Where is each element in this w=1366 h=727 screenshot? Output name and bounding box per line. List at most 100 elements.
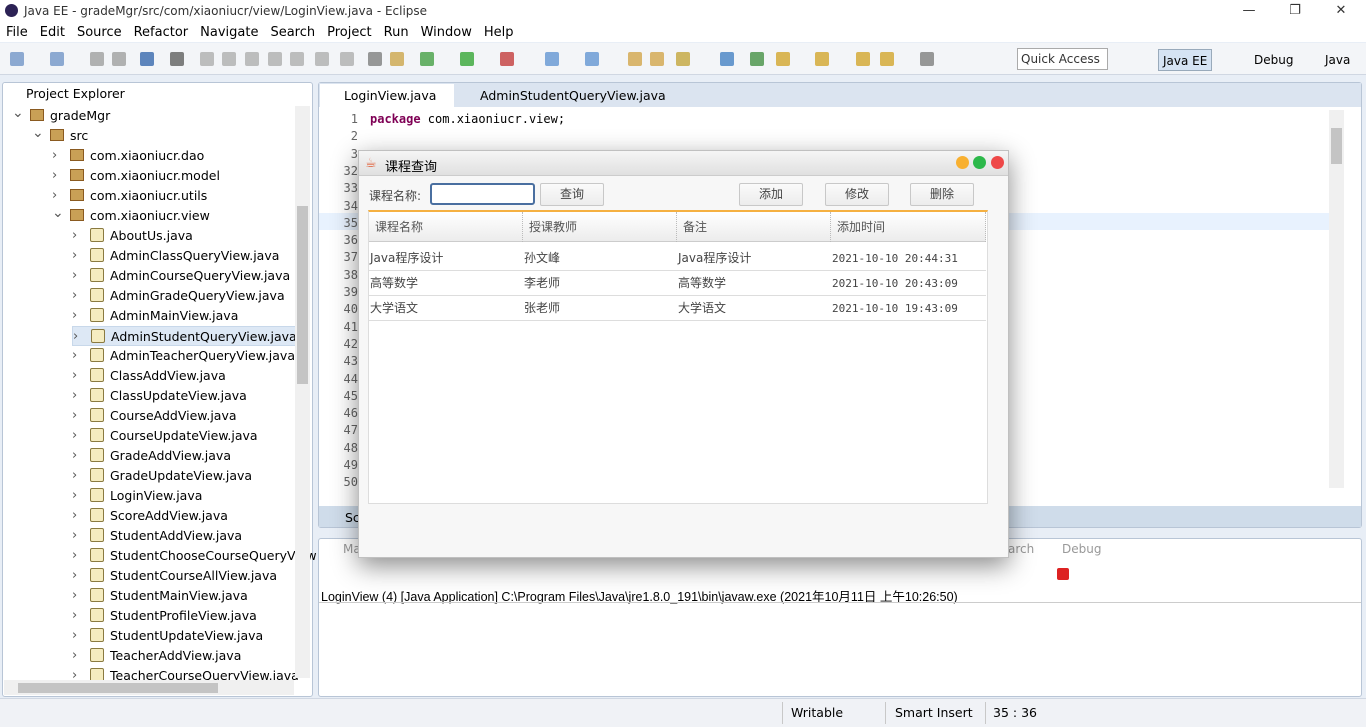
toolbar-button-icon[interactable] [340,52,354,66]
tree-item[interactable]: › LoginView.java [72,486,202,506]
query-button[interactable]: 查询 [540,183,604,206]
toolbar-button-icon[interactable] [650,52,664,66]
toolbar-button-icon[interactable] [200,52,214,66]
tree-item[interactable]: › ScoreAddView.java [72,506,228,526]
chevron-right-icon[interactable]: › [72,306,77,326]
toolbar-button-icon[interactable] [815,52,829,66]
chevron-right-icon[interactable]: › [72,406,77,426]
chevron-down-icon[interactable]: ⌄ [12,103,24,123]
toolbar-button-icon[interactable] [140,52,154,66]
tree-item[interactable]: ⌄ com.xiaoniucr.view [52,203,210,226]
dialog-close-button[interactable] [991,156,1004,169]
menu-run[interactable]: Run [384,25,409,40]
tree-item[interactable]: › GradeUpdateView.java [72,466,252,486]
toolbar-button-icon[interactable] [628,52,642,66]
perspective-java[interactable]: Java [1321,49,1354,71]
terminate-icon[interactable] [1057,568,1069,580]
edit-button[interactable]: 修改 [825,183,889,206]
menu-project[interactable]: Project [327,25,371,40]
editor-scrollbar[interactable] [1329,110,1344,488]
tab-debug[interactable]: Debug [1062,542,1101,556]
tree-item[interactable]: › AdminStudentQueryView.java [72,326,298,346]
chevron-down-icon[interactable]: ⌄ [52,203,64,223]
tree-item[interactable]: › ClassUpdateView.java [72,386,247,406]
menu-edit[interactable]: Edit [40,25,65,40]
chevron-right-icon[interactable]: › [72,626,77,646]
toolbar-button-icon[interactable] [290,52,304,66]
toolbar-button-icon[interactable] [368,52,382,66]
toolbar-button-icon[interactable] [90,52,104,66]
tree-item[interactable]: › StudentUpdateView.java [72,626,263,646]
toolbar-button-icon[interactable] [390,52,404,66]
chevron-right-icon[interactable]: › [72,346,77,366]
tree-item[interactable]: › StudentCourseAllView.java [72,566,277,586]
toolbar-button-icon[interactable] [856,52,870,66]
chevron-right-icon[interactable]: › [72,446,77,466]
tree-hscrollbar[interactable] [4,680,294,695]
chevron-right-icon[interactable]: › [72,526,77,546]
toolbar-button-icon[interactable] [315,52,329,66]
menu-refactor[interactable]: Refactor [134,25,189,40]
toolbar-button-icon[interactable] [222,52,236,66]
tab-adminstudentqueryview[interactable]: AdminStudentQueryView.java [456,84,666,108]
toolbar-button-icon[interactable] [268,52,282,66]
tree-item[interactable]: › AdminClassQueryView.java [72,246,279,266]
toolbar-button-icon[interactable] [420,52,434,66]
toolbar-button-icon[interactable] [880,52,894,66]
toolbar-button-icon[interactable] [112,52,126,66]
column-header-course-name[interactable]: 课程名称 [369,212,523,242]
tree-item[interactable]: ⌄ src [32,125,88,146]
add-button[interactable]: 添加 [739,183,803,206]
chevron-right-icon[interactable]: › [72,546,77,566]
chevron-right-icon[interactable]: › [52,146,57,166]
delete-button[interactable]: 删除 [910,183,974,206]
chevron-right-icon[interactable]: › [72,426,77,446]
dialog-maximize-button[interactable] [973,156,986,169]
menu-search[interactable]: Search [270,25,315,40]
toolbar-button-icon[interactable] [750,52,764,66]
tree-item[interactable]: › AboutUs.java [72,226,193,246]
table-row[interactable]: 高等数学 李老师 高等数学 2021-10-10 20:43:09 [369,271,986,296]
toolbar-button-icon[interactable] [500,52,514,66]
tree-item[interactable]: › TeacherAddView.java [72,646,241,666]
tree-item[interactable]: › ClassAddView.java [72,366,226,386]
course-name-input[interactable] [430,183,535,205]
tree-item[interactable]: › AdminGradeQueryView.java [72,286,285,306]
tree-item[interactable]: › com.xiaoniucr.dao [52,146,204,166]
tree-scrollbar[interactable] [295,106,310,678]
chevron-right-icon[interactable]: › [52,166,57,186]
toolbar-button-icon[interactable] [10,52,24,66]
toolbar-button-icon[interactable] [720,52,734,66]
perspective-java-ee[interactable]: Java EE [1158,49,1213,71]
tab-search-partial[interactable]: arch [1008,542,1034,556]
tree-item[interactable]: › StudentAddView.java [72,526,242,546]
chevron-right-icon[interactable]: › [72,646,77,666]
menu-source[interactable]: Source [77,25,122,40]
chevron-right-icon[interactable]: › [72,606,77,626]
toolbar-button-icon[interactable] [460,52,474,66]
tree-item[interactable]: › com.xiaoniucr.model [52,166,220,186]
tree-item[interactable]: › StudentMainView.java [72,586,248,606]
tree-item[interactable]: ⌄ gradeMgr [12,103,110,126]
toolbar-button-icon[interactable] [245,52,259,66]
tab-loginview[interactable]: LoginView.java [320,84,454,108]
chevron-right-icon[interactable]: › [72,286,77,306]
menu-window[interactable]: Window [421,25,472,40]
chevron-right-icon[interactable]: › [72,486,77,506]
column-header-teacher[interactable]: 授课教师 [523,212,677,242]
maximize-button[interactable]: ❐ [1272,0,1318,22]
tree-item[interactable]: › GradeAddView.java [72,446,231,466]
quick-access-input[interactable]: Quick Access [1017,48,1108,70]
tab-project-explorer[interactable]: Project Explorer [4,83,144,105]
tree-item[interactable]: › com.xiaoniucr.utils [52,186,207,206]
menu-help[interactable]: Help [484,25,514,40]
chevron-right-icon[interactable]: › [72,226,77,246]
tree-item[interactable]: › AdminMainView.java [72,306,238,326]
tree-item[interactable]: › CourseUpdateView.java [72,426,258,446]
chevron-right-icon[interactable]: › [72,266,77,286]
toolbar-button-icon[interactable] [545,52,559,66]
dialog-minimize-button[interactable] [956,156,969,169]
code-line-1[interactable]: package com.xiaoniucr.view; [370,112,565,126]
tree-item[interactable]: › StudentChooseCourseQueryView [72,546,317,566]
column-header-add-time[interactable]: 添加时间 [831,212,986,242]
